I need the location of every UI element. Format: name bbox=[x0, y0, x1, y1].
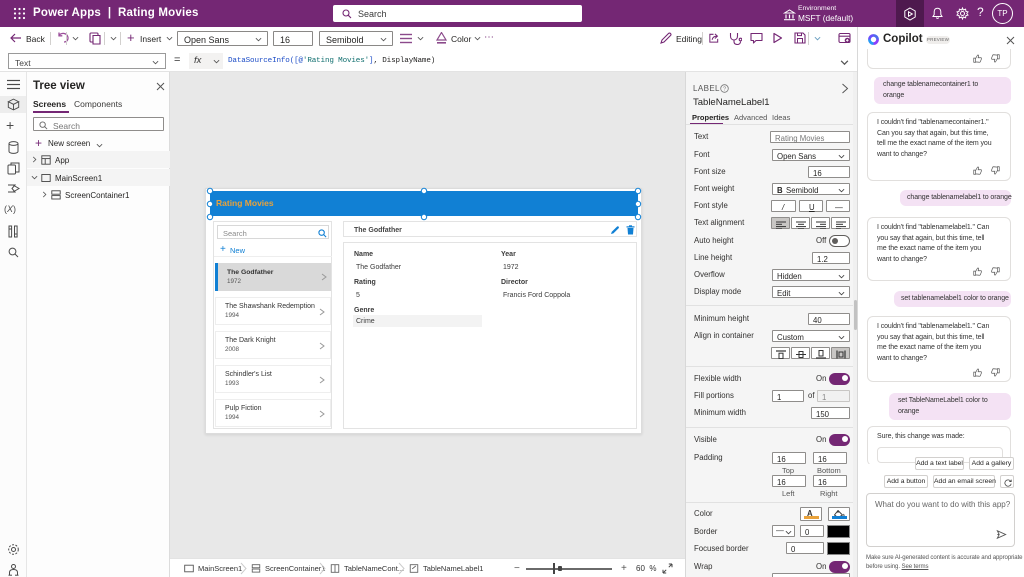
svg-text:?: ? bbox=[723, 87, 726, 93]
